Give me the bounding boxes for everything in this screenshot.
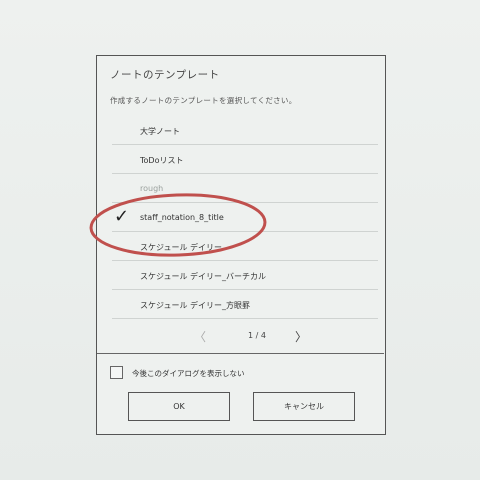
template-item-label: rough [140,184,164,193]
e-ink-screen: ノートのテンプレート 作成するノートのテンプレートを選択してください。 大学ノー… [0,0,480,480]
template-item-label: スケジュール デイリー_バーチカル [140,272,266,281]
template-item-label: ToDoリスト [140,156,184,165]
template-item-staff-notation[interactable]: ✓ staff_notation_8_title [112,203,378,232]
ok-button[interactable]: OK [128,392,230,421]
dont-show-checkbox[interactable] [110,366,123,379]
template-item-label: staff_notation_8_title [140,213,224,222]
template-item-schedule-daily-grid[interactable]: スケジュール デイリー_方眼罫 [112,290,378,319]
template-item-todo-list[interactable]: ToDoリスト [112,145,378,174]
dialog-title: ノートのテンプレート [110,69,220,81]
pagination: 〈 1 / 4 〉 [112,328,378,348]
template-item-schedule-daily-vertical[interactable]: スケジュール デイリー_バーチカル [112,261,378,290]
cancel-button[interactable]: キャンセル [253,392,355,421]
template-list: 大学ノート ToDoリスト rough ✓ staff_notation_8_t… [112,116,378,319]
template-item-label: 大学ノート [140,127,180,136]
dont-show-label: 今後このダイアログを表示しない [132,369,245,378]
template-item-rough[interactable]: rough [112,174,378,203]
chevron-right-icon[interactable]: 〉 [295,328,307,345]
template-item-label: スケジュール デイリー [140,243,222,252]
template-item-label: スケジュール デイリー_方眼罫 [140,301,250,310]
template-item-daigaku-note[interactable]: 大学ノート [112,116,378,145]
checkmark-icon: ✓ [114,206,130,227]
dialog-subtitle: 作成するノートのテンプレートを選択してください。 [110,96,297,105]
page-indicator: 1 / 4 [248,331,266,340]
template-item-schedule-daily[interactable]: スケジュール デイリー [112,232,378,261]
template-dialog: ノートのテンプレート 作成するノートのテンプレートを選択してください。 大学ノー… [96,55,386,435]
chevron-left-icon[interactable]: 〈 [194,328,206,345]
divider [97,353,384,354]
